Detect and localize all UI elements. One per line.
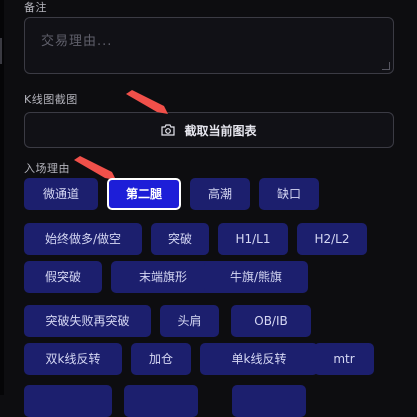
reason-chip[interactable] — [124, 385, 198, 417]
reason-chip[interactable]: 缺口 — [259, 178, 319, 210]
reason-chip[interactable]: 突破失败再突破 — [24, 305, 151, 337]
reason-chip[interactable]: mtr — [314, 343, 374, 375]
reason-chip[interactable]: 头肩 — [160, 305, 219, 337]
reason-chip[interactable]: 假突破 — [24, 261, 102, 293]
capture-chart-label: 截取当前图表 — [184, 123, 257, 138]
reason-chip[interactable]: 末端旗形 — [111, 261, 215, 293]
reason-chip[interactable]: OB/IB — [231, 305, 311, 337]
camera-icon — [161, 124, 176, 136]
reason-chip[interactable]: H1/L1 — [218, 223, 288, 255]
reason-chip[interactable]: 双k线反转 — [24, 343, 122, 375]
capture-chart-button[interactable]: 截取当前图表 — [24, 112, 394, 148]
notes-placeholder: 交易理由... — [41, 34, 113, 49]
reason-chip[interactable] — [24, 385, 112, 417]
reason-chip[interactable]: 突破 — [151, 223, 209, 255]
reason-chip[interactable]: 单k线反转 — [200, 343, 318, 375]
reason-chip[interactable] — [232, 385, 306, 417]
notes-label: 备注 — [24, 1, 47, 14]
kline-label: K线图截图 — [24, 93, 78, 106]
resize-grip-icon[interactable] — [382, 62, 390, 70]
reason-chip[interactable]: 加仓 — [131, 343, 191, 375]
panel-left-edge — [0, 0, 4, 395]
reason-chip[interactable]: 高潮 — [190, 178, 250, 210]
reason-chip-selected[interactable]: 第二腿 — [107, 178, 181, 210]
reason-chip[interactable]: 微通道 — [24, 178, 98, 210]
annotation-arrow-icon — [126, 90, 168, 114]
scroll-mark — [0, 38, 2, 64]
reason-chip[interactable]: 牛旗/熊旗 — [204, 261, 308, 293]
reasons-label: 入场理由 — [24, 162, 70, 175]
reason-chip[interactable]: H2/L2 — [297, 223, 367, 255]
notes-textarea[interactable]: 交易理由... — [24, 17, 394, 74]
reason-chip[interactable]: 始终做多/做空 — [24, 223, 142, 255]
